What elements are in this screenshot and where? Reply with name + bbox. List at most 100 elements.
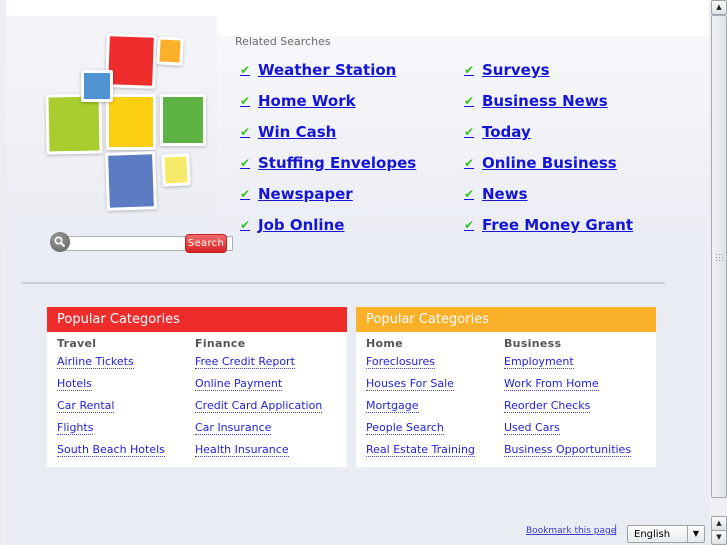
related-search-link[interactable]: Job Online: [258, 216, 344, 234]
logo-tile-blue: [105, 151, 157, 211]
category-row: Foreclosures: [366, 350, 475, 372]
category-link[interactable]: Car Rental: [57, 399, 115, 413]
category-link[interactable]: Airline Tickets: [57, 355, 134, 369]
arrow-up-icon: ▲: [716, 519, 722, 527]
category-title: Home: [366, 337, 403, 350]
scroll-up-button-bottom[interactable]: ▲: [711, 516, 727, 531]
related-search-item: ✔ Surveys: [464, 61, 550, 79]
popular-categories-box: Popular Categories Home Foreclosures Houses…: [356, 307, 656, 467]
category-link[interactable]: Reorder Checks: [504, 399, 591, 413]
check-icon: ✔: [240, 187, 251, 201]
scrollbar-thumb[interactable]: [711, 15, 727, 498]
category-column: Finance Free Credit Report Online Payment C…: [195, 337, 323, 460]
related-search-link[interactable]: Home Work: [258, 92, 356, 110]
arrow-up-icon: ▲: [716, 3, 722, 11]
check-icon: ✔: [464, 94, 475, 108]
category-link[interactable]: Used Cars: [504, 421, 560, 435]
related-search-link[interactable]: Newspaper: [258, 185, 353, 203]
category-row: Used Cars: [504, 416, 631, 438]
category-link[interactable]: Car Insurance: [195, 421, 272, 435]
footer-separator: |: [614, 524, 618, 535]
category-link[interactable]: Business Opportunities: [504, 443, 632, 457]
category-column: Home Foreclosures Houses For Sale Mortgage P…: [366, 337, 475, 460]
category-column: Travel Airline Tickets Hotels Car Rental Fli…: [57, 337, 165, 460]
related-search-item: ✔ Stuffing Envelopes: [240, 154, 416, 172]
related-search-item: ✔ Newspaper: [240, 185, 353, 203]
related-search-link[interactable]: News: [482, 185, 528, 203]
related-search-link[interactable]: Weather Station: [258, 61, 396, 79]
category-row: Work From Home: [504, 372, 631, 394]
category-link[interactable]: Health Insurance: [195, 443, 289, 457]
related-search-link[interactable]: Business News: [482, 92, 608, 110]
related-search-item: ✔ Weather Station: [240, 61, 396, 79]
check-icon: ✔: [240, 94, 251, 108]
category-row: South Beach Hotels: [57, 438, 165, 460]
category-row: Airline Tickets: [57, 350, 165, 372]
logo-tile-orange: [156, 36, 184, 66]
logo-tile-yellow: [106, 94, 156, 150]
category-link[interactable]: Free Credit Report: [195, 355, 295, 369]
category-link[interactable]: Work From Home: [504, 377, 599, 391]
category-link[interactable]: Flights: [57, 421, 94, 435]
scroll-up-button[interactable]: ▲: [711, 0, 727, 15]
category-row: Mortgage: [366, 394, 475, 416]
category-link[interactable]: Online Payment: [195, 377, 283, 391]
category-link[interactable]: Foreclosures: [366, 355, 436, 369]
scrollbar[interactable]: ▲ ▲ ▼: [710, 0, 727, 545]
logo-tile-light-yellow: [161, 153, 191, 187]
related-search-link[interactable]: Surveys: [482, 61, 550, 79]
site-logo: [40, 32, 210, 212]
category-row: Reorder Checks: [504, 394, 631, 416]
check-icon: ✔: [240, 63, 251, 77]
check-icon: ✔: [464, 187, 475, 201]
related-search-link[interactable]: Win Cash: [258, 123, 336, 141]
category-title: Business: [504, 337, 562, 350]
category-row: Online Payment: [195, 372, 322, 394]
category-link[interactable]: Employment: [504, 355, 574, 369]
category-link[interactable]: Real Estate Training: [366, 443, 475, 457]
related-search-item: ✔ Online Business: [464, 154, 617, 172]
bookmark-link[interactable]: Bookmark this page: [526, 526, 616, 536]
category-row: People Search: [366, 416, 475, 438]
category-row: Credit Card Application: [195, 394, 323, 416]
top-bar: [6, 0, 709, 16]
category-row: Free Credit Report: [195, 350, 322, 372]
search-button[interactable]: Search: [185, 234, 227, 253]
related-search-item: ✔ News: [464, 185, 528, 203]
category-link[interactable]: Houses For Sale: [366, 377, 454, 391]
popular-categories-header: Popular Categories: [356, 307, 656, 332]
related-search-link[interactable]: Today: [482, 123, 531, 141]
category-link[interactable]: Mortgage: [366, 399, 419, 413]
scroll-down-button[interactable]: ▼: [711, 530, 727, 545]
category-row: Car Rental: [57, 394, 165, 416]
search-icon: [50, 232, 70, 252]
related-searches-title: Related Searches: [235, 35, 331, 48]
category-link[interactable]: Hotels: [57, 377, 92, 391]
related-search-link[interactable]: Free Money Grant: [482, 216, 633, 234]
category-title: Finance: [195, 337, 246, 350]
language-select[interactable]: English ▼: [627, 525, 705, 543]
category-row: Flights: [57, 416, 165, 438]
related-search-item: ✔ Home Work: [240, 92, 356, 110]
arrow-down-icon: ▼: [716, 533, 722, 541]
related-search-item: ✔ Job Online: [240, 216, 344, 234]
check-icon: ✔: [464, 156, 475, 170]
related-search-item: ✔ Today: [464, 123, 531, 141]
category-column: Business Employment Work From Home Reorder …: [504, 337, 632, 460]
category-link[interactable]: People Search: [366, 421, 444, 435]
check-icon: ✔: [464, 218, 475, 232]
logo-tile-lime: [45, 93, 103, 155]
section-divider: [22, 282, 665, 284]
check-icon: ✔: [240, 125, 251, 139]
category-link[interactable]: Credit Card Application: [195, 399, 323, 413]
category-link[interactable]: South Beach Hotels: [57, 443, 165, 457]
chevron-down-icon: ▼: [687, 526, 704, 542]
category-row: Employment: [504, 350, 631, 372]
popular-categories-header: Popular Categories: [47, 307, 347, 332]
category-row: Business Opportunities: [504, 438, 632, 460]
related-search-link[interactable]: Online Business: [482, 154, 617, 172]
check-icon: ✔: [240, 218, 251, 232]
language-selected: English: [634, 529, 671, 540]
related-search-item: ✔ Win Cash: [240, 123, 336, 141]
related-search-link[interactable]: Stuffing Envelopes: [258, 154, 416, 172]
